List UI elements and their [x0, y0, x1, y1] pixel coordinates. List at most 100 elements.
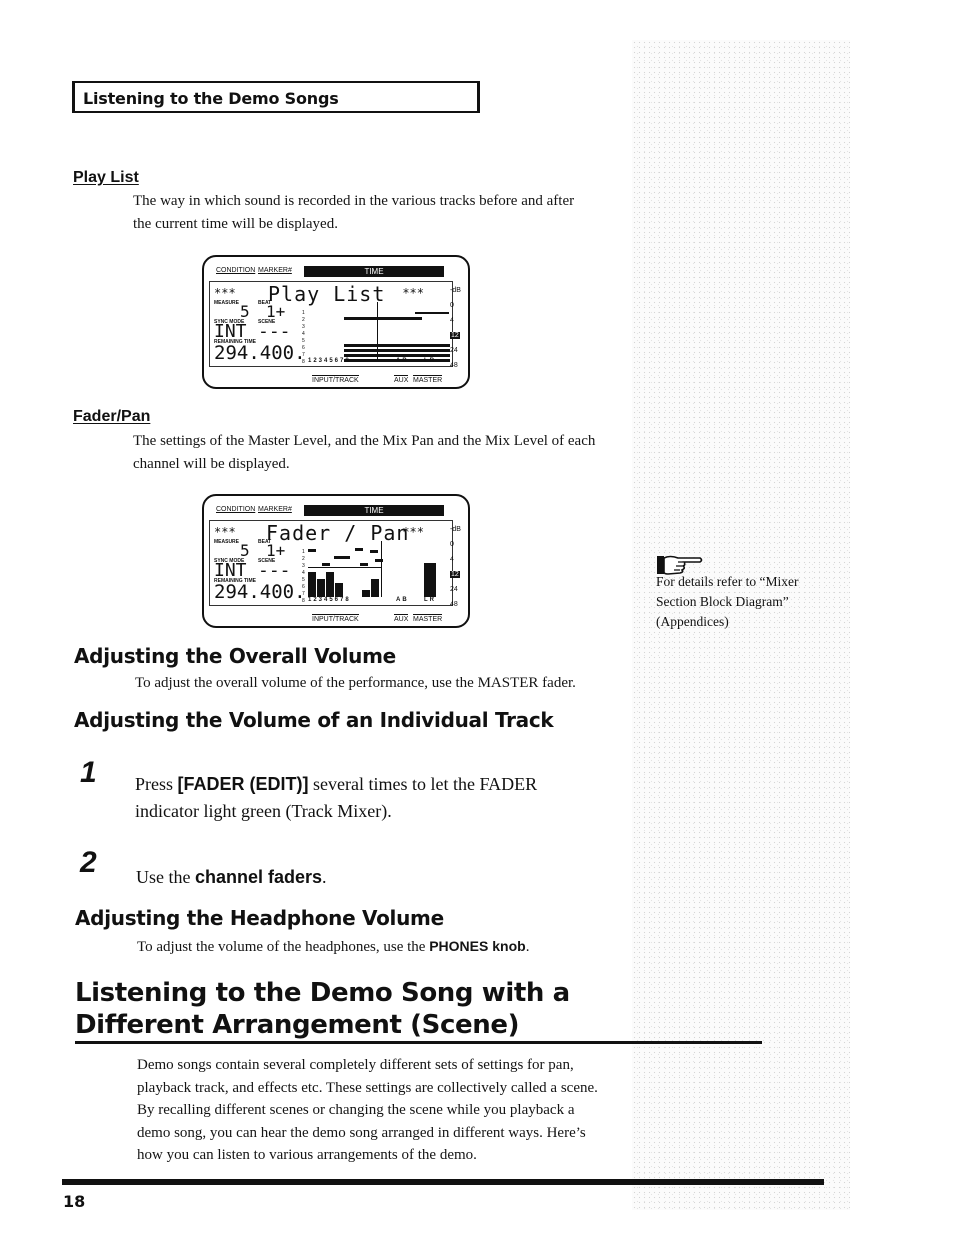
master-label: MASTER	[413, 375, 443, 384]
play-list-display: CONDITION MARKER# TIME *** Play List ***…	[202, 255, 470, 389]
headphone-volume-heading: Adjusting the Headphone Volume	[75, 906, 444, 930]
scene-heading-line-2: Different Arrangement (Scene)	[75, 1010, 520, 1040]
lcd-screen: *** Play List *** MEASURE BEAT 5 1+ SYNC…	[209, 281, 453, 367]
row-number: 5	[302, 338, 305, 344]
level-bar-track-3	[326, 572, 334, 597]
footer-rule	[62, 1179, 824, 1185]
time-label: TIME	[304, 266, 444, 277]
input-track-label: INPUT/TRACK	[312, 614, 359, 623]
level-bar-track-1	[308, 572, 316, 597]
db-tick: -dB	[450, 526, 461, 533]
pan-mark	[334, 556, 342, 559]
condition-label: CONDITION	[216, 506, 256, 513]
side-note-line-3: (Appendices)	[656, 614, 729, 629]
row-number: 2	[302, 317, 305, 323]
play-list-text-2: the current time will be displayed.	[133, 216, 338, 232]
pan-mark	[342, 556, 350, 559]
track-bar	[344, 317, 422, 320]
stars-right: ***	[402, 286, 424, 300]
headphone-text-post: .	[525, 939, 530, 955]
overall-volume-heading: Adjusting the Overall Volume	[74, 644, 396, 668]
step-1-text: Press [FADER (EDIT)] several times to le…	[135, 771, 537, 798]
db-tick: 24	[450, 347, 458, 354]
track-bar	[344, 354, 450, 357]
phones-knob-ref: PHONES knob	[429, 938, 526, 954]
play-list-text-1: The way in which sound is recorded in th…	[133, 193, 575, 209]
side-note-line-2: Section Block Diagram”	[656, 594, 789, 609]
row-number: 4	[302, 331, 305, 337]
db-tick-highlighted: 12	[450, 571, 460, 578]
row-numbers: 1 2 3 4 5 6 7 8	[302, 310, 306, 366]
row-numbers: 1 2 3 4 5 6 7 8	[302, 549, 306, 605]
db-scale: -dB 0 4 12 24 48	[450, 283, 466, 373]
lr-label: LR	[424, 597, 436, 603]
level-bar-track-4	[335, 583, 343, 597]
row-number: 4	[302, 570, 305, 576]
scene-heading-line-1: Listening to the Demo Song with a	[75, 978, 570, 1008]
fader-edit-button-ref: [FADER (EDIT)]	[177, 774, 309, 794]
level-bar-track-2	[317, 579, 325, 597]
section-header-title: Listening to the Demo Songs	[83, 89, 339, 108]
aux-label: AUX	[394, 375, 409, 384]
db-tick: 48	[450, 601, 458, 608]
row-number: 1	[302, 549, 305, 555]
level-bar-track-7	[362, 590, 370, 597]
stars-left: ***	[214, 525, 236, 539]
master-bar	[415, 312, 449, 314]
fader-pan-text-1: The settings of the Master Level, and th…	[133, 433, 596, 449]
remaining-time-value: 294.400.	[214, 581, 306, 603]
side-note-line-1: For details refer to “Mixer	[656, 574, 799, 589]
scene-paragraph-line: Demo songs contain several completely di…	[137, 1057, 574, 1073]
track-bar	[344, 349, 450, 352]
section-header-box: Listening to the Demo Songs	[72, 81, 480, 113]
section-rule	[75, 1041, 762, 1044]
row-number: 6	[302, 345, 305, 351]
scene-paragraph-line: By recalling different scenes or changin…	[137, 1102, 575, 1118]
row-number: 8	[302, 359, 305, 365]
db-tick: 0	[450, 302, 454, 309]
fader-pan-display: CONDITION MARKER# TIME *** Fader / Pan *…	[202, 494, 470, 628]
channel-faders-ref: channel faders	[194, 867, 323, 887]
pan-mark	[322, 563, 330, 566]
scene-paragraph-line: playback track, and effects etc. These s…	[137, 1079, 598, 1096]
page-number: 18	[63, 1192, 86, 1211]
remaining-time-value: 294.400.	[214, 342, 306, 364]
track-bar	[344, 344, 450, 347]
db-tick: 4	[450, 317, 454, 324]
row-number: 7	[302, 352, 305, 358]
db-tick: 4	[450, 556, 454, 563]
step-1-number: 1	[80, 756, 97, 789]
track-numbers: 12345678	[308, 597, 351, 603]
headphone-text-pre: To adjust the volume of the headphones, …	[137, 939, 430, 955]
row-number: 8	[302, 598, 305, 604]
level-bar-track-8	[371, 579, 379, 597]
db-tick: 0	[450, 541, 454, 548]
display-title: Play List	[268, 282, 386, 306]
stars-left: ***	[214, 286, 236, 300]
row-number: 1	[302, 310, 305, 316]
row-number: 6	[302, 584, 305, 590]
row-number: 5	[302, 577, 305, 583]
aux-label: AUX	[394, 614, 409, 623]
individual-track-heading: Adjusting the Volume of an Individual Tr…	[74, 708, 554, 732]
db-tick-highlighted: 12	[450, 332, 460, 339]
row-number: 2	[302, 556, 305, 562]
measure-label: MEASURE	[214, 539, 240, 545]
measure-label: MEASURE	[214, 300, 240, 306]
step-2-number: 2	[80, 846, 97, 879]
pan-mark	[360, 563, 368, 566]
condition-label: CONDITION	[216, 267, 256, 274]
db-scale: -dB 0 4 12 24 48	[450, 522, 466, 612]
step-2-text: Use the channel faders.	[136, 864, 327, 891]
ab-label: AB	[396, 358, 409, 364]
side-note: For details refer to “Mixer Section Bloc…	[656, 572, 826, 632]
stars-right: ***	[402, 525, 424, 539]
scene-paragraph-line: how you can listen to various arrangemen…	[137, 1147, 477, 1163]
time-label: TIME	[304, 505, 444, 516]
headphone-volume-text: To adjust the volume of the headphones, …	[137, 935, 529, 959]
play-list-heading: Play List	[73, 169, 139, 186]
row-number: 7	[302, 591, 305, 597]
current-time-cursor	[377, 302, 378, 362]
current-cursor	[381, 541, 382, 597]
fader-pan-heading: Fader/Pan	[73, 408, 151, 425]
